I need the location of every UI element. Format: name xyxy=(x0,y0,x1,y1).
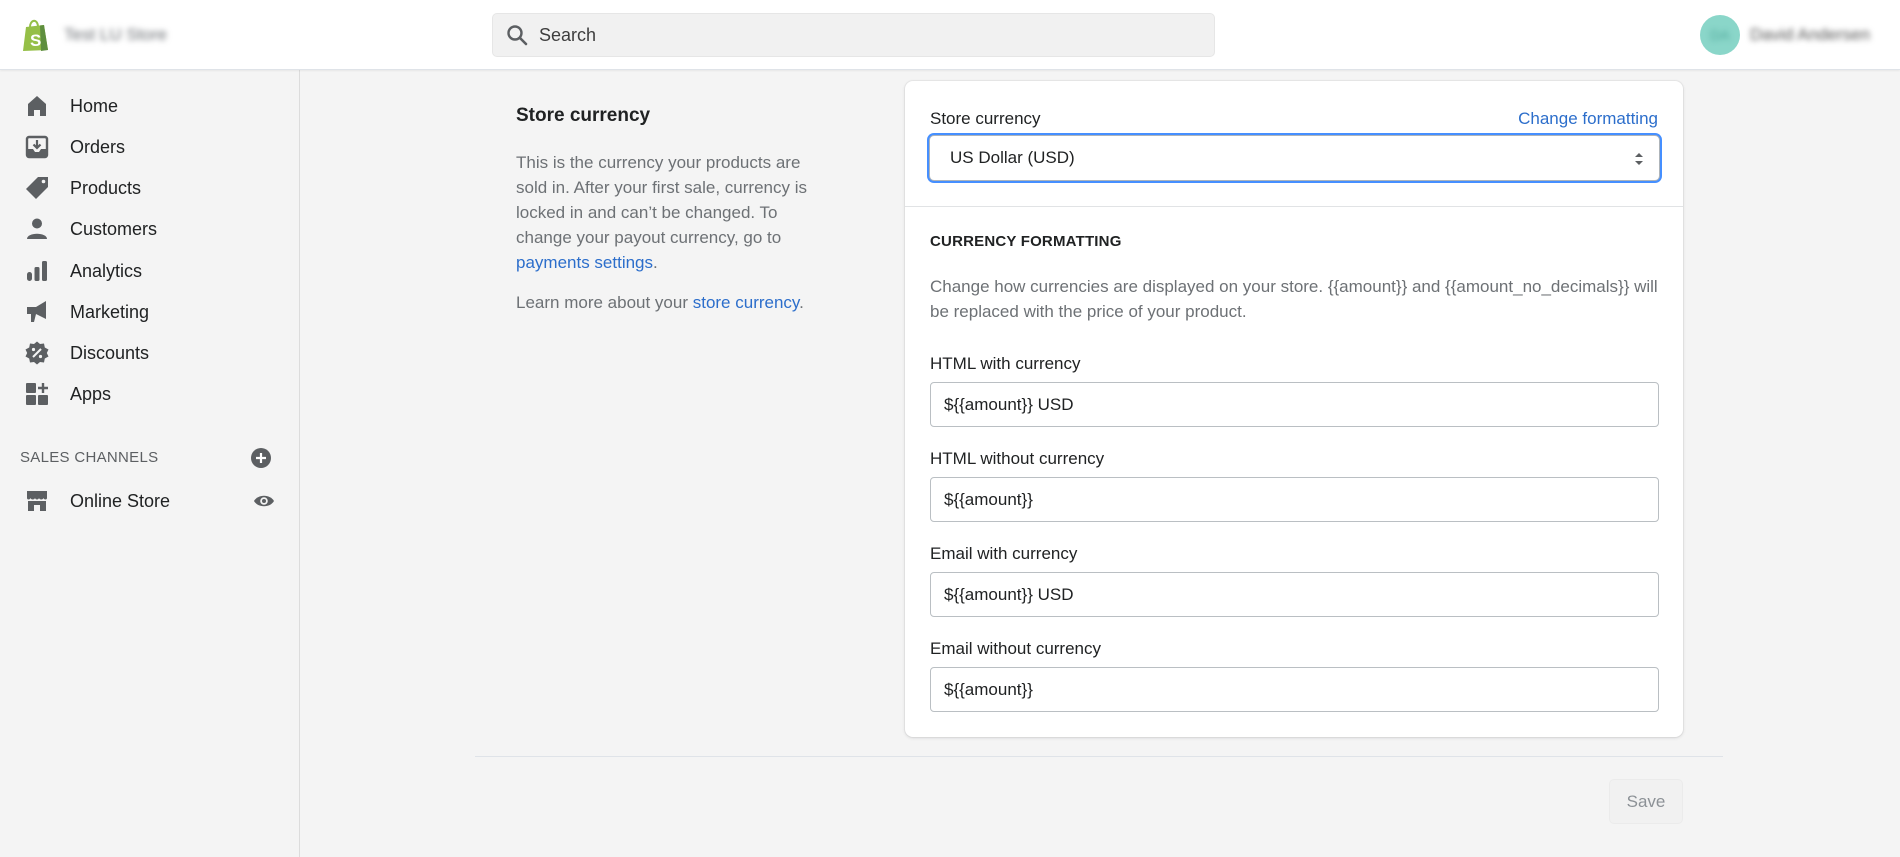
tag-icon xyxy=(26,177,48,199)
sidebar-item-label: Analytics xyxy=(70,260,143,281)
html-with-currency-input[interactable] xyxy=(930,382,1659,427)
description-punct: . xyxy=(653,253,658,272)
eye-icon[interactable] xyxy=(253,490,275,512)
currency-select-section: Store currency Change formatting US Doll… xyxy=(905,81,1683,207)
sidebar-item-online-store[interactable]: Online Store xyxy=(0,481,300,521)
currency-formatting-title: CURRENCY FORMATTING xyxy=(930,233,1122,250)
sidebar-item-label: Products xyxy=(70,177,142,198)
sales-channels-title: SALES CHANNELS xyxy=(20,449,159,466)
megaphone-icon xyxy=(27,301,46,322)
sidebar-item-label: Online Store xyxy=(70,490,171,511)
section-description-text: This is the currency your products are s… xyxy=(516,150,836,275)
search-input[interactable] xyxy=(539,24,1179,46)
sidebar-item-customers[interactable]: Customers xyxy=(0,209,300,249)
sidebar: Home Orders Products Customers Analytics… xyxy=(0,70,300,857)
html-with-currency-label: HTML with currency xyxy=(930,354,1081,373)
sidebar-item-analytics[interactable]: Analytics xyxy=(0,251,300,291)
store-icon xyxy=(27,491,47,511)
person-icon xyxy=(27,218,47,239)
avatar[interactable]: DA xyxy=(1700,15,1740,55)
sidebar-item-marketing[interactable]: Marketing xyxy=(0,292,300,332)
sidebar-item-discounts[interactable]: Discounts xyxy=(0,333,300,373)
svg-text:S: S xyxy=(30,31,41,50)
home-icon xyxy=(28,96,46,116)
apps-icon xyxy=(26,383,48,405)
section-description: Store currency This is the currency your… xyxy=(516,105,836,315)
select-arrows-icon xyxy=(1635,153,1643,165)
learn-more-prefix: Learn more about your xyxy=(516,293,693,312)
change-formatting-link[interactable]: Change formatting xyxy=(1518,109,1658,129)
currency-card: Store currency Change formatting US Doll… xyxy=(905,81,1683,737)
bar-chart-icon xyxy=(27,261,47,281)
sidebar-item-label: Home xyxy=(70,95,119,116)
sidebar-item-products[interactable]: Products xyxy=(0,168,300,208)
currency-select-value: US Dollar (USD) xyxy=(950,148,1075,167)
email-without-currency-label: Email without currency xyxy=(930,639,1102,658)
currency-select[interactable]: US Dollar (USD) xyxy=(929,135,1660,181)
search-bar[interactable] xyxy=(492,13,1215,57)
sidebar-item-label: Marketing xyxy=(70,301,150,322)
add-sales-channel-icon[interactable] xyxy=(250,447,272,469)
html-without-currency-label: HTML without currency xyxy=(930,449,1105,468)
email-with-currency-input[interactable] xyxy=(930,572,1659,617)
learn-more-punct: . xyxy=(799,293,804,312)
sidebar-item-home[interactable]: Home xyxy=(0,86,300,126)
store-name[interactable]: Test LU Store xyxy=(64,25,167,45)
sidebar-item-orders[interactable]: Orders xyxy=(0,127,300,167)
sidebar-item-label: Customers xyxy=(70,218,158,239)
search-icon xyxy=(507,25,528,46)
currency-formatting-description: Change how currencies are displayed on y… xyxy=(930,277,1658,321)
sidebar-item-apps[interactable]: Apps xyxy=(0,374,300,414)
payments-settings-link[interactable]: payments settings xyxy=(516,253,653,272)
learn-more-text: Learn more about your store currency. xyxy=(516,290,836,315)
sidebar-item-label: Apps xyxy=(70,383,112,404)
shopify-logo-icon[interactable]: S xyxy=(20,17,52,53)
email-with-currency-label: Email with currency xyxy=(930,544,1078,563)
sidebar-item-label: Orders xyxy=(70,136,126,157)
description-text: This is the currency your products are s… xyxy=(516,153,807,247)
page-divider xyxy=(475,756,1723,757)
email-without-currency-input[interactable] xyxy=(930,667,1659,712)
user-menu[interactable]: DA David Andersen xyxy=(1700,15,1870,55)
store-currency-link[interactable]: store currency xyxy=(693,293,799,312)
user-name[interactable]: David Andersen xyxy=(1750,25,1870,45)
discount-icon xyxy=(25,341,49,365)
sidebar-item-label: Discounts xyxy=(70,342,150,363)
section-title: Store currency xyxy=(516,105,651,126)
orders-icon xyxy=(25,135,49,159)
save-button[interactable]: Save xyxy=(1609,779,1683,824)
avatar-initials: DA xyxy=(1710,27,1730,43)
html-without-currency-input[interactable] xyxy=(930,477,1659,522)
store-currency-label: Store currency xyxy=(930,109,1041,128)
top-bar: S Test LU Store DA David Andersen xyxy=(0,0,1900,70)
